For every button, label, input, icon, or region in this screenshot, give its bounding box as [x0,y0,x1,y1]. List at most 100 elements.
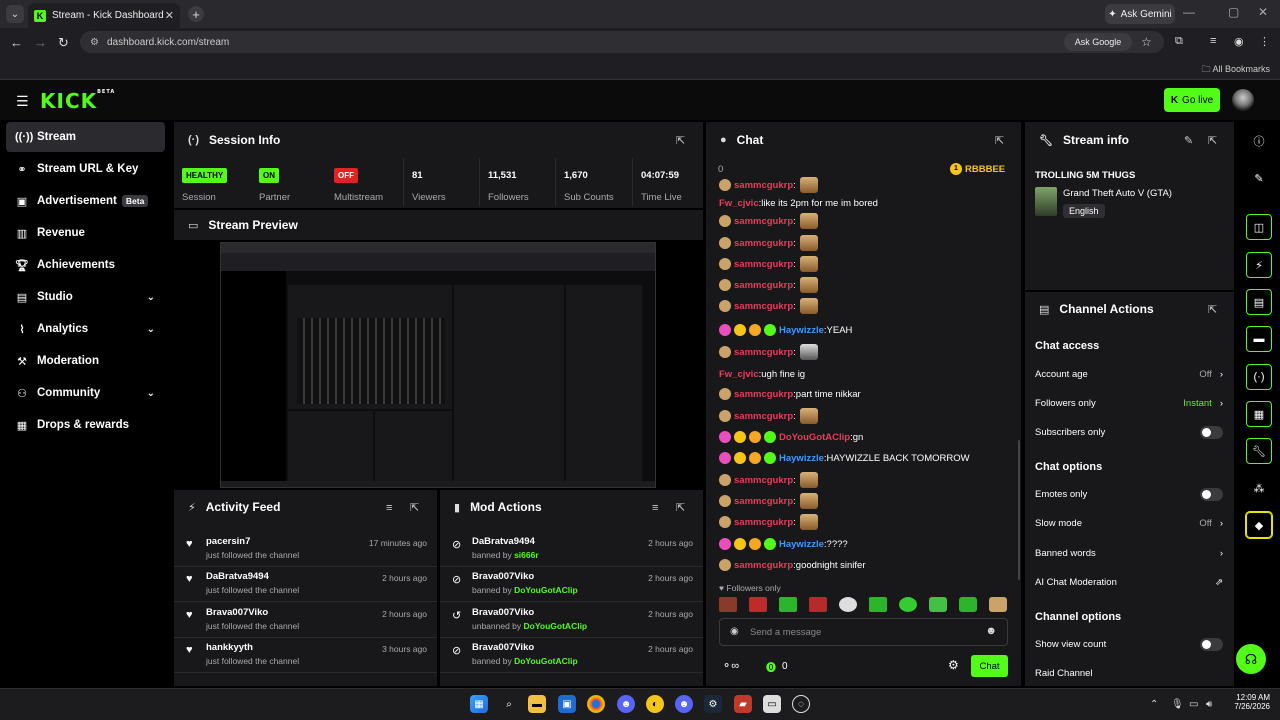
emote-icon[interactable] [929,597,947,612]
profile-icon[interactable]: ◉ [1234,35,1244,48]
settings-gear-icon[interactable]: ⚙ [948,658,959,672]
tray-chevron-up-icon[interactable]: ⌃ [1150,699,1158,710]
close-tab-icon[interactable]: ✕ [165,9,174,22]
browser-tab[interactable]: K Stream - Kick Dashboard ✕ [28,3,180,28]
subscribers-only-toggle[interactable] [1200,425,1223,439]
edit-pencil-icon[interactable]: ✎ [1246,165,1272,191]
lightning-icon[interactable]: ⚡︎ [1246,252,1272,278]
avatar[interactable] [1232,89,1254,111]
chat-username[interactable]: Haywizzle [779,325,824,336]
maximize-icon[interactable]: ▢ [1228,5,1239,19]
chat-username[interactable]: Haywizzle [779,539,824,550]
support-headset-icon[interactable]: ☊ [1236,644,1266,674]
tag-icon[interactable]: ◆ [1246,512,1272,538]
emote-icon[interactable] [899,597,917,612]
chat-username[interactable]: sammcgukrp [734,389,793,400]
site-settings-icon[interactable]: ⚙ [90,37,99,48]
file-explorer-icon[interactable]: ▬ [528,695,546,713]
activity-username[interactable]: hankkyyth [206,642,253,653]
emotes-only-toggle[interactable] [1200,487,1223,501]
emote-icon[interactable] [779,597,797,612]
go-live-button[interactable]: K Go live [1164,88,1220,112]
pop-out-icon[interactable]: ⇱ [995,134,1004,147]
chat-username[interactable]: sammcgukrp [734,347,793,358]
game-launcher-icon[interactable]: ▰ [734,695,752,713]
slow-mode-setting[interactable]: Slow mode Off › [1035,514,1223,532]
mod-target[interactable]: Brava007Viko [472,607,534,618]
address-bar[interactable]: ⚙ dashboard.kick.com/stream [80,31,1164,53]
window-app-icon[interactable]: ▭ [763,695,781,713]
show-view-count-toggle[interactable] [1200,637,1223,651]
sidebar-item-advertisement[interactable]: ▣ Advertisement Beta [6,186,165,216]
followers-only-setting[interactable]: Followers only Instant › [1035,394,1223,412]
pop-out-icon[interactable]: ⇱ [1208,303,1217,316]
filter-icon[interactable]: ≡ [386,502,392,514]
account-age-setting[interactable]: Account age Off › [1035,365,1223,383]
raid-channel-setting[interactable]: Raid Channel [1035,664,1223,682]
hamburger-menu-icon[interactable]: ☰ [16,93,29,110]
chat-username[interactable]: Fw_cjvic [719,369,759,380]
chat-username[interactable]: sammcgukrp [734,301,793,312]
emoji-icon[interactable]: ☻ [985,625,997,637]
pop-out-icon[interactable]: ⇱ [676,134,685,147]
store-icon[interactable]: ▣ [558,695,576,713]
emote-icon[interactable] [719,597,737,612]
mod-target[interactable]: Brava007Viko [472,571,534,582]
new-tab-button[interactable]: + [188,6,204,22]
channel-points[interactable]: ⓿0 [766,659,788,674]
chat-username[interactable]: sammcgukrp [734,496,793,507]
emote-icon[interactable] [989,597,1007,612]
chat-username[interactable]: sammcgukrp [734,280,793,291]
mod-by[interactable]: DoYouGotAClip [524,621,588,631]
obs-icon[interactable]: ◌ [792,695,810,713]
mod-target[interactable]: DaBratva9494 [472,536,535,547]
network-icon[interactable]: ▭ [1189,699,1198,710]
chat-username[interactable]: sammcgukrp [734,180,793,191]
sidebar-item-community[interactable]: ⚇ Community ⌄ [6,378,165,408]
close-window-icon[interactable]: ✕ [1258,5,1268,19]
menu-dots-icon[interactable]: ⋮ [1259,35,1270,48]
chat-username[interactable]: Haywizzle [779,453,824,464]
windows-start-icon[interactable]: ▦ [470,695,488,713]
chat-scrollbar[interactable] [1018,440,1020,580]
sidebar-item-drops-rewards[interactable]: ▦ Drops & rewards [6,410,165,440]
mod-by[interactable]: si666r [514,550,539,560]
wrench-icon[interactable]: 🔧︎ [1246,438,1272,464]
emote-icon[interactable] [869,597,887,612]
kick-logo[interactable]: KICKBETA [40,89,115,113]
reading-list-icon[interactable]: ≡ [1210,35,1216,47]
chat-bubble-icon[interactable]: ▬ [1246,326,1272,352]
chat-username[interactable]: sammcgukrp [734,411,793,422]
screenshot-icon[interactable]: ◫ [1246,214,1272,240]
pop-out-icon[interactable]: ⇱ [676,501,685,514]
sidebar-item-moderation[interactable]: ⚒ Moderation [6,346,165,376]
chat-username[interactable]: sammcgukrp [734,238,793,249]
broadcast-icon[interactable]: (·) [1246,364,1272,390]
channel-actions-icon[interactable]: ▦ [1246,401,1272,427]
bookmark-star-icon[interactable]: ☆ [1141,35,1152,49]
sidebar-item-analytics[interactable]: ⌇ Analytics ⌄ [6,314,165,344]
chat-input[interactable]: ◉ Send a message ☻ [719,618,1008,646]
chat-username[interactable]: DoYouGotAClip [779,432,850,443]
tab-list-chevron-icon[interactable]: ⌄ [6,5,24,23]
emote-icon[interactable] [959,597,977,612]
volume-icon[interactable]: 🔊︎ [1206,699,1212,710]
activity-username[interactable]: DaBratva9494 [206,571,269,582]
infinity-icon[interactable]: ⚬∞ [722,659,739,672]
banned-words-setting[interactable]: Banned words › [1035,544,1223,562]
search-icon[interactable]: ⌕ [500,695,518,713]
mod-target[interactable]: Brava007Viko [472,642,534,653]
all-bookmarks-button[interactable]: 🗀 All Bookmarks [1201,62,1270,78]
back-arrow-icon[interactable]: ← [10,35,23,50]
mic-icon[interactable]: 🎙︎ [1171,699,1184,710]
steam-icon[interactable]: ⚙ [704,695,722,713]
chat-username[interactable]: sammcgukrp [734,259,793,270]
chat-username[interactable]: sammcgukrp [734,517,793,528]
emote-icon[interactable] [749,597,767,612]
sidebar-item-achievements[interactable]: 🏆︎ Achievements [6,250,165,280]
app-icon[interactable]: ◐ [646,695,664,713]
clock[interactable]: 12:09 AM 7/26/2026 [1228,693,1270,711]
sidebar-item-studio[interactable]: ▤ Studio ⌄ [6,282,165,312]
extensions-icon[interactable]: ⧉ [1175,35,1183,48]
activity-username[interactable]: pacersin7 [206,536,250,547]
